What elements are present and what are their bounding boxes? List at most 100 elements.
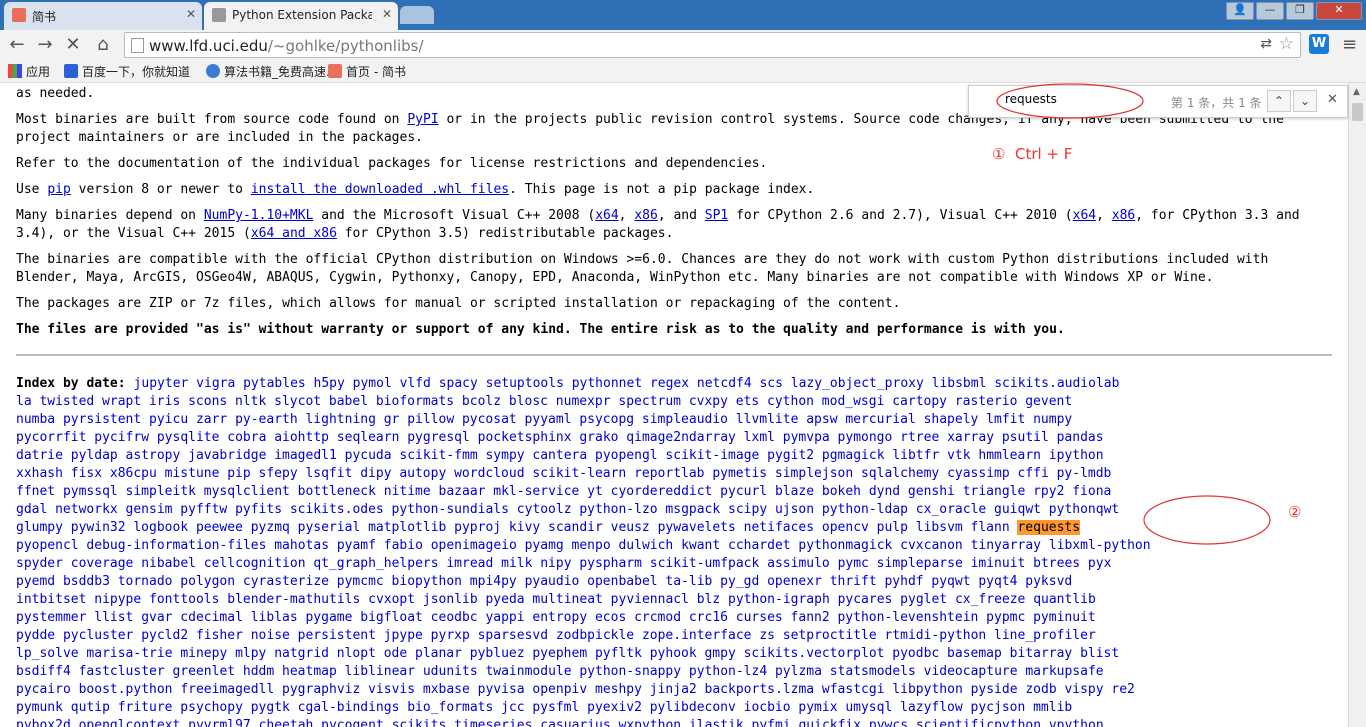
package-link-pygresql[interactable]: pygresql — [407, 430, 470, 445]
package-link-marisa-trie[interactable]: marisa-trie — [86, 646, 172, 661]
package-link-imread[interactable]: imread — [446, 556, 493, 571]
package-link-aiohttp[interactable]: aiohttp — [274, 430, 329, 445]
package-link-crcmod[interactable]: crcmod — [634, 610, 681, 625]
package-link-curses[interactable]: curses — [736, 610, 783, 625]
package-link-py-earth[interactable]: py-earth — [235, 412, 298, 427]
package-link-vlfd[interactable]: vlfd — [400, 376, 431, 391]
package-link-javabridge[interactable]: javabridge — [188, 448, 266, 463]
package-link-peewee[interactable]: peewee — [196, 520, 243, 535]
package-link-cyassimp[interactable]: cyassimp — [947, 466, 1010, 481]
package-link-cvxopt[interactable]: cvxopt — [368, 592, 415, 607]
back-arrow-icon[interactable]: ← — [6, 34, 28, 56]
package-link-pyopencl[interactable]: pyopencl — [16, 538, 79, 553]
package-link-matplotlib[interactable]: matplotlib — [368, 520, 446, 535]
home-icon[interactable]: ⌂ — [92, 34, 114, 56]
package-link-mkl-service[interactable]: mkl-service — [493, 484, 579, 499]
package-link-pymvpa[interactable]: pymvpa — [783, 430, 830, 445]
bookmark-jianshu-home[interactable]: 首页 - 简书 — [328, 63, 406, 80]
bookmark-apps[interactable]: 应用 — [8, 63, 50, 80]
package-link-py-gd[interactable]: py_gd — [720, 574, 759, 589]
package-link-bsdiff4[interactable]: bsdiff4 — [16, 664, 71, 679]
package-link-pyicu[interactable]: pyicu — [149, 412, 188, 427]
package-link-glumpy[interactable]: glumpy — [16, 520, 63, 535]
package-link-pythonmagick[interactable]: pythonmagick — [798, 538, 892, 553]
package-link-pyemd[interactable]: pyemd — [16, 574, 55, 589]
package-link-pymc[interactable]: pymc — [838, 556, 869, 571]
tab-python-extension-packages[interactable]: Python Extension Packa ✕ — [204, 2, 398, 30]
package-link-scientificpython[interactable]: scientificpython — [916, 718, 1041, 727]
package-link-pyhdf[interactable]: pyhdf — [884, 574, 923, 589]
package-link-minepy[interactable]: minepy — [180, 646, 227, 661]
package-link-spectrum[interactable]: spectrum — [618, 394, 681, 409]
package-link-scikit-image[interactable]: scikit-image — [665, 448, 759, 463]
package-link-vigra[interactable]: vigra — [196, 376, 235, 391]
package-link-pyodbc[interactable]: pyodbc — [892, 646, 939, 661]
package-link-mlpy[interactable]: mlpy — [235, 646, 266, 661]
package-link-mpi4py[interactable]: mpi4py — [470, 574, 517, 589]
package-link-bottleneck[interactable]: bottleneck — [298, 484, 376, 499]
package-link-pyksvd[interactable]: pyksvd — [1025, 574, 1072, 589]
package-link-fann2[interactable]: fann2 — [791, 610, 830, 625]
package-link-line-profiler[interactable]: line_profiler — [994, 628, 1096, 643]
package-link-jsonlib[interactable]: jsonlib — [423, 592, 478, 607]
package-link-blz[interactable]: blz — [697, 592, 720, 607]
package-link-nlopt[interactable]: nlopt — [337, 646, 376, 661]
package-link-triangle[interactable]: triangle — [963, 484, 1026, 499]
package-link-hmmlearn[interactable]: hmmlearn — [978, 448, 1041, 463]
package-link-jupyter[interactable]: jupyter — [134, 376, 189, 391]
package-link-scs[interactable]: scs — [759, 376, 782, 391]
package-link-networkx[interactable]: networkx — [55, 502, 118, 517]
package-link-scikits-odes[interactable]: scikits.odes — [290, 502, 384, 517]
package-link-planar[interactable]: planar — [415, 646, 462, 661]
package-link-fabio[interactable]: fabio — [384, 538, 423, 553]
package-link-tinyarray[interactable]: tinyarray — [971, 538, 1041, 553]
install-whl-link[interactable]: install the downloaded .whl files — [251, 182, 509, 197]
package-link-pymcmc[interactable]: pymcmc — [337, 574, 384, 589]
package-link-pysfml[interactable]: pysfml — [532, 700, 579, 715]
package-link-libtfr[interactable]: libtfr — [892, 448, 939, 463]
package-link-pymongo[interactable]: pymongo — [838, 430, 893, 445]
package-link-pycurl[interactable]: pycurl — [720, 484, 767, 499]
menu-icon[interactable]: ≡ — [1342, 34, 1357, 55]
package-link-qimage2ndarray[interactable]: qimage2ndarray — [626, 430, 736, 445]
package-link-regex[interactable]: regex — [650, 376, 689, 391]
pip-link[interactable]: pip — [47, 182, 70, 197]
package-link-sfepy[interactable]: sfepy — [259, 466, 298, 481]
package-link-gensim[interactable]: gensim — [126, 502, 173, 517]
package-link-x86cpu[interactable]: x86cpu — [110, 466, 157, 481]
package-link-scipy[interactable]: scipy — [728, 502, 767, 517]
package-link-opencv[interactable]: opencv — [822, 520, 869, 535]
package-link-natgrid[interactable]: natgrid — [274, 646, 329, 661]
bookmark-algorithm-books[interactable]: 算法书籍_免费高速... — [206, 63, 337, 80]
package-link-liblas[interactable]: liblas — [251, 610, 298, 625]
package-link-gmpy[interactable]: gmpy — [704, 646, 735, 661]
package-link-gevent[interactable]: gevent — [1025, 394, 1072, 409]
package-link-persistent[interactable]: persistent — [298, 628, 376, 643]
package-link-pygraphviz[interactable]: pygraphviz — [282, 682, 360, 697]
vc2010-x86-link[interactable]: x86 — [1112, 208, 1135, 223]
package-link-libsbml[interactable]: libsbml — [932, 376, 987, 391]
package-link-rasterio[interactable]: rasterio — [955, 394, 1018, 409]
package-link-pyx[interactable]: pyx — [1088, 556, 1111, 571]
package-link-blaze[interactable]: blaze — [775, 484, 814, 499]
package-link-python-igraph[interactable]: python-igraph — [728, 592, 830, 607]
package-link-pyvisa[interactable]: pyvisa — [478, 682, 525, 697]
package-link-boost-python[interactable]: boost.python — [79, 682, 173, 697]
package-link-lxml[interactable]: lxml — [744, 430, 775, 445]
package-link-pyserial[interactable]: pyserial — [298, 520, 361, 535]
package-link-pycld2[interactable]: pycld2 — [141, 628, 188, 643]
package-link-coverage[interactable]: coverage — [71, 556, 134, 571]
package-link-re2[interactable]: re2 — [1111, 682, 1134, 697]
package-link-fisx[interactable]: fisx — [71, 466, 102, 481]
package-link-pyexiv2[interactable]: pyexiv2 — [587, 700, 642, 715]
package-link-pycifrw[interactable]: pycifrw — [94, 430, 149, 445]
package-link-meshpy[interactable]: meshpy — [595, 682, 642, 697]
package-link-umysql[interactable]: umysql — [845, 700, 892, 715]
package-link-simpleparse[interactable]: simpleparse — [877, 556, 963, 571]
new-tab-button[interactable] — [400, 6, 434, 24]
package-link-ets[interactable]: ets — [736, 394, 759, 409]
package-link-h5py[interactable]: h5py — [314, 376, 345, 391]
package-link-bitarray[interactable]: bitarray — [1010, 646, 1073, 661]
package-link-wxpython[interactable]: wxpython — [619, 718, 682, 727]
package-link-bigfloat[interactable]: bigfloat — [360, 610, 423, 625]
